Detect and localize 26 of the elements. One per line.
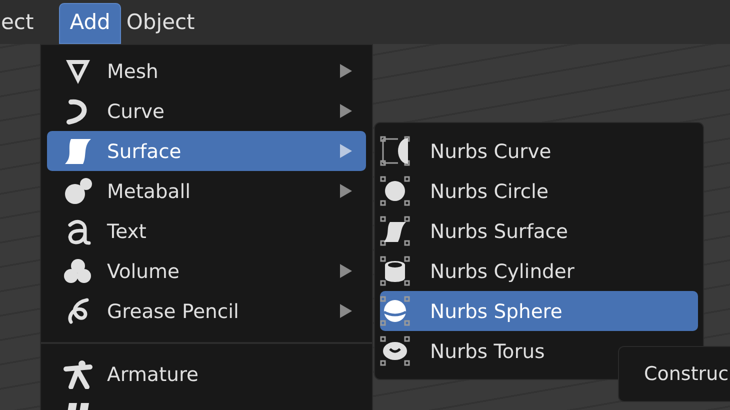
menu-item[interactable]: Grease Pencil (47, 291, 366, 331)
nurbs-sphere-icon (380, 296, 410, 326)
menu-item[interactable]: Curve (47, 91, 366, 131)
menu-item[interactable]: Nurbs Sphere (380, 291, 698, 331)
menu-item[interactable]: Metaball (47, 171, 366, 211)
nurbs-cylinder-icon (380, 256, 410, 286)
nurbs-curve-icon (380, 136, 410, 166)
menu-bar-item[interactable]: ect (0, 3, 45, 44)
menu-item[interactable]: Text (47, 211, 366, 251)
menu-item[interactable]: Surface (47, 131, 366, 171)
armature-icon (63, 359, 93, 389)
nurbs-circle-icon (380, 176, 410, 206)
tooltip-text: Construc (644, 363, 729, 385)
metaball-icon (63, 176, 93, 206)
menu-item[interactable]: Nurbs Curve (380, 131, 698, 171)
menu-item[interactable]: Volume (47, 251, 366, 291)
surface-icon (63, 136, 93, 166)
menu-item[interactable]: Nurbs Surface (380, 211, 698, 251)
menu-bar-item[interactable]: Add (58, 3, 122, 44)
cloud-icon (63, 256, 93, 286)
nurbs-torus-icon (380, 336, 410, 366)
menu-item[interactable]: Armature (47, 354, 366, 394)
menu-item[interactable]: Nurbs Circle (380, 171, 698, 211)
nurbs-surface-icon (380, 216, 410, 246)
menu-item[interactable]: Mesh (47, 51, 366, 91)
menu-item[interactable]: Nurbs Cylinder (380, 251, 698, 291)
